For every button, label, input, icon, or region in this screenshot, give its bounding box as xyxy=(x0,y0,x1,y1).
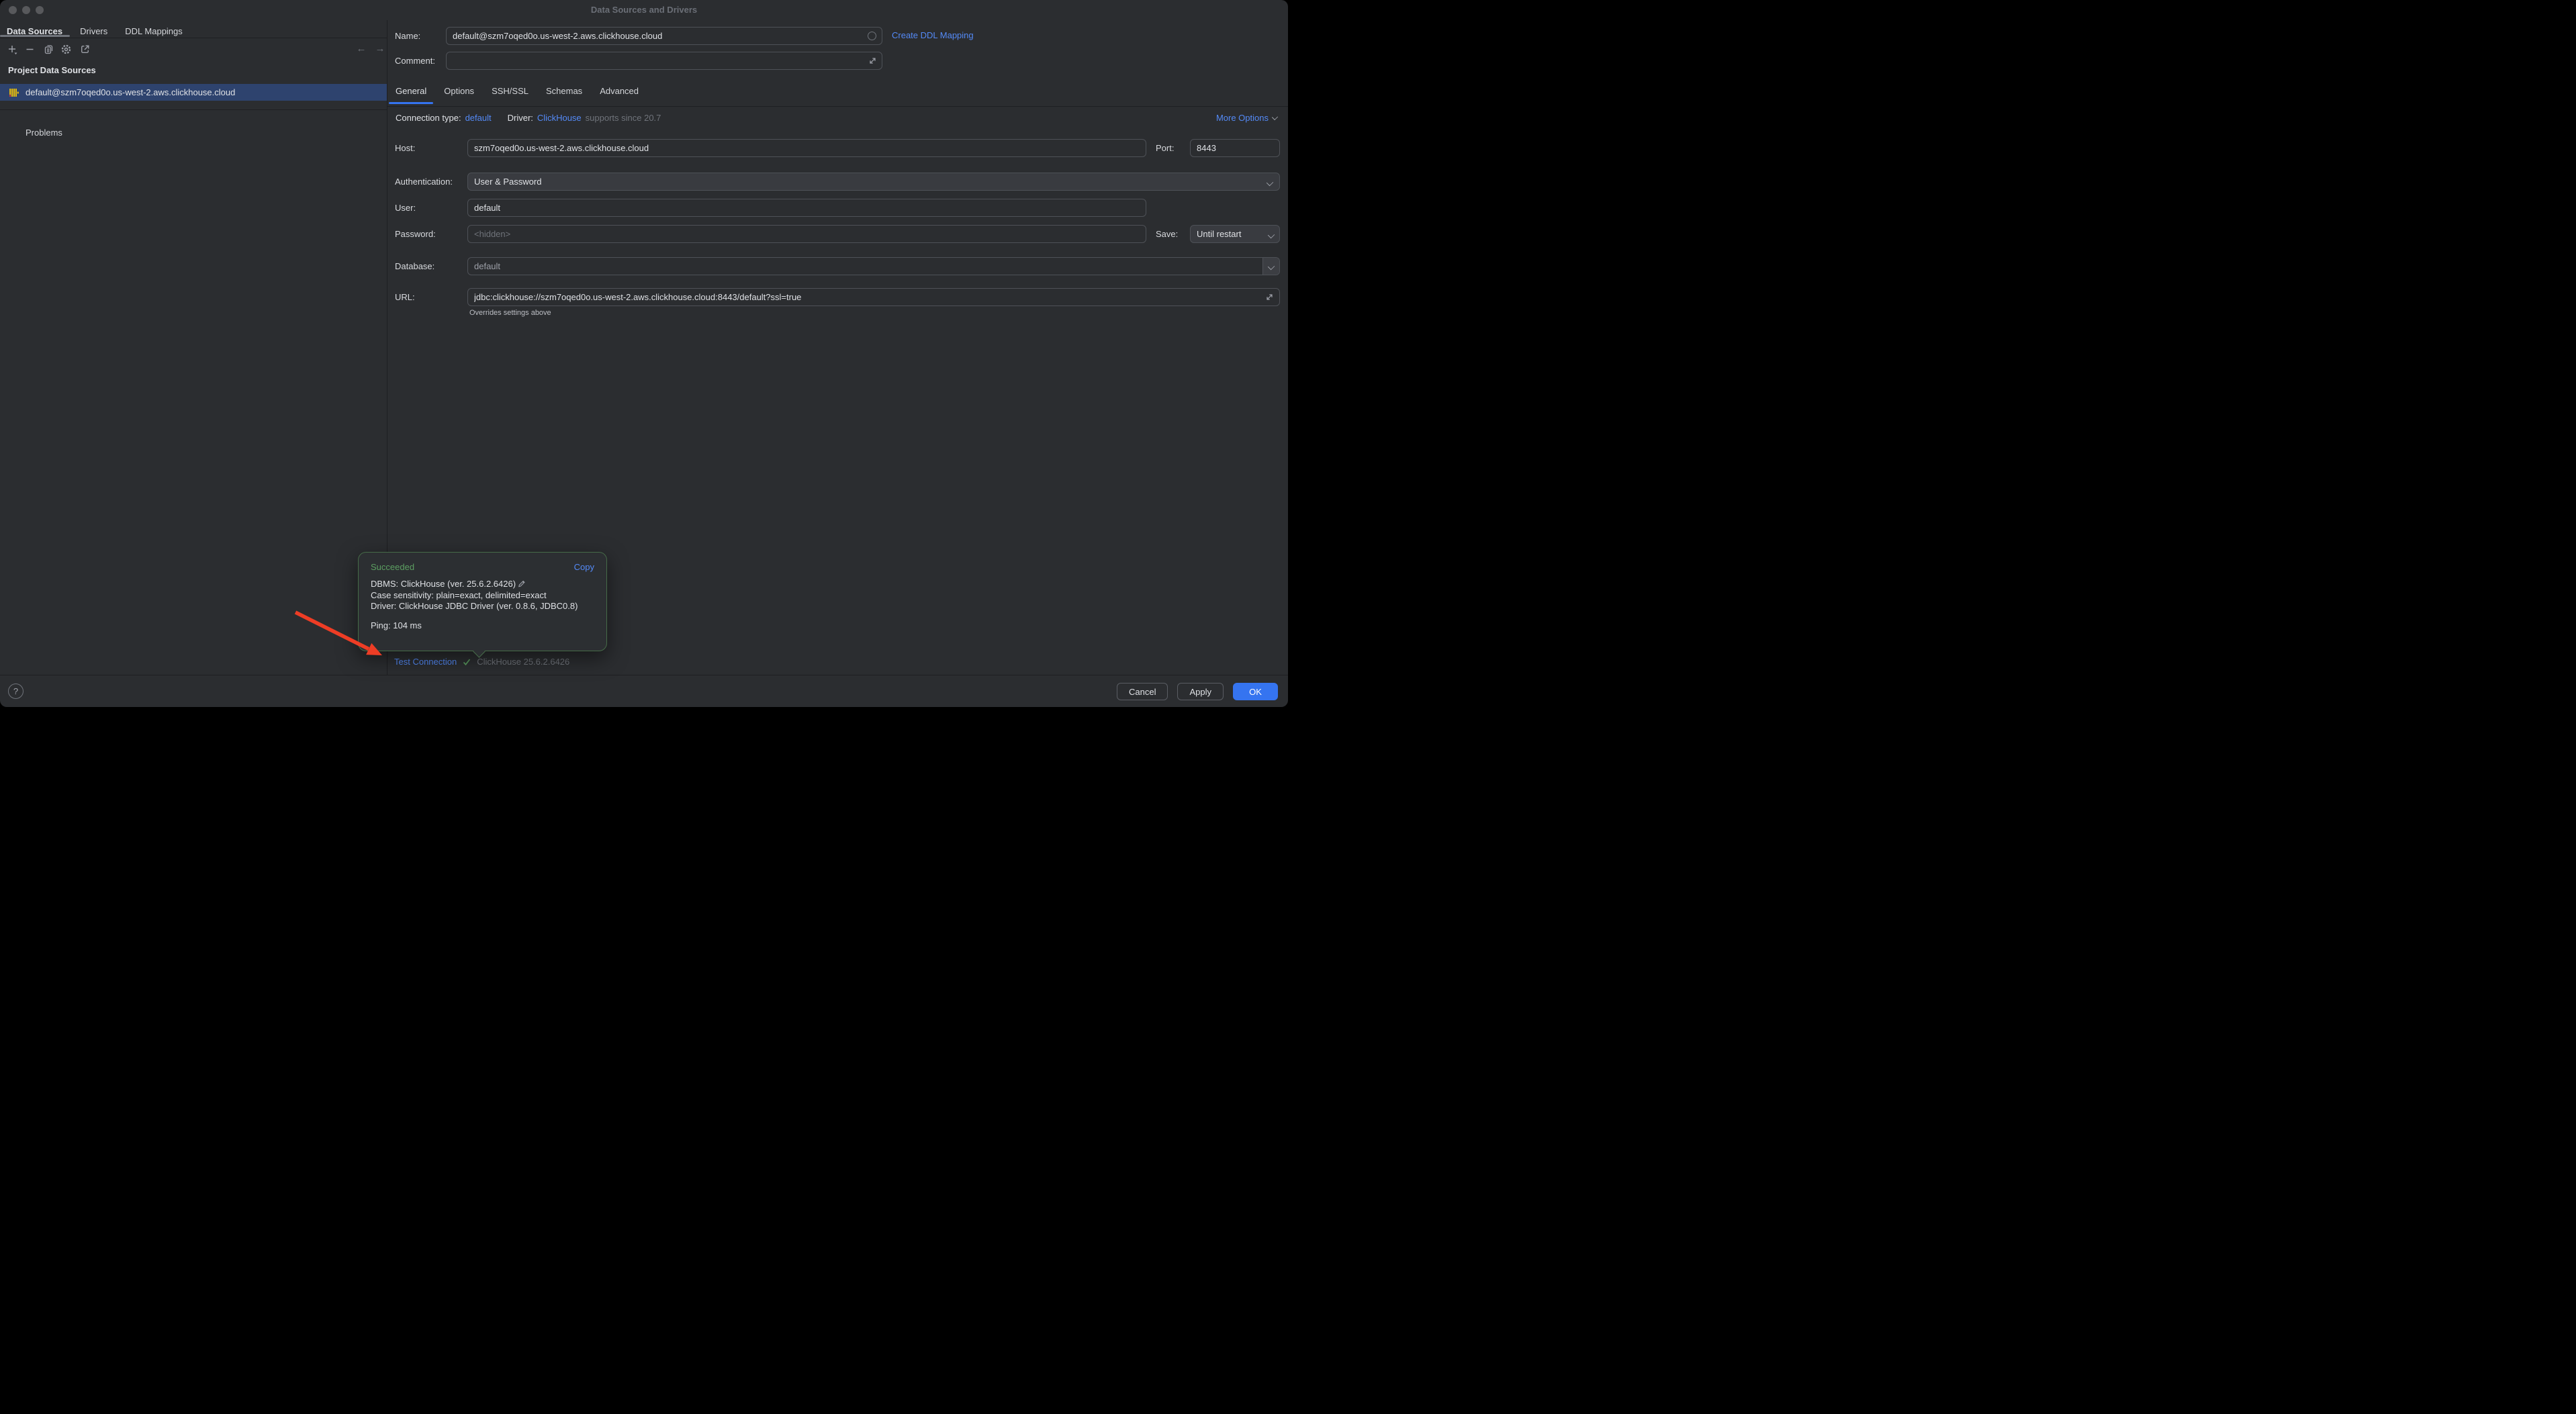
save-label: Save: xyxy=(1156,225,1178,243)
password-label: Password: xyxy=(395,225,436,243)
password-save-value: Until restart xyxy=(1197,229,1241,239)
sidebar: Data Sources Drivers DDL Mappings xyxy=(0,20,387,675)
settings-gear-icon[interactable] xyxy=(60,44,72,55)
popup-status: Succeeded xyxy=(371,562,414,572)
database-label: Database: xyxy=(395,257,434,275)
data-source-name: default@szm7oqed0o.us-west-2.aws.clickho… xyxy=(26,87,235,97)
forward-arrow-icon[interactable]: → xyxy=(373,42,387,56)
tab-options[interactable]: Options xyxy=(444,86,474,96)
password-save-select[interactable]: Until restart xyxy=(1190,225,1280,243)
divider xyxy=(0,109,387,110)
remove-data-source-button[interactable] xyxy=(24,44,36,55)
chevron-down-icon xyxy=(1267,179,1273,186)
settings-tabs: General Options SSH/SSL Schemas Advanced xyxy=(396,86,639,96)
expand-field-icon[interactable] xyxy=(1265,293,1274,301)
port-label: Port: xyxy=(1156,139,1174,157)
database-dropdown-button[interactable] xyxy=(1262,258,1279,275)
chevron-down-icon xyxy=(1268,263,1275,270)
divider xyxy=(387,106,1288,107)
connection-type-row: Connection type: default Driver: ClickHo… xyxy=(396,113,661,123)
copy-link[interactable]: Copy xyxy=(574,562,594,572)
ok-button[interactable]: OK xyxy=(1233,683,1278,700)
chevron-down-icon xyxy=(1272,113,1278,120)
tab-general[interactable]: General xyxy=(396,86,426,96)
sidebar-toolbar: ← → xyxy=(0,38,387,60)
name-input[interactable] xyxy=(446,27,882,45)
comment-label: Comment: xyxy=(395,52,435,70)
comment-input[interactable] xyxy=(446,52,882,70)
titlebar: Data Sources and Drivers xyxy=(0,0,1288,20)
url-override-note: Overrides settings above xyxy=(469,309,551,317)
create-ddl-mapping-link[interactable]: Create DDL Mapping xyxy=(892,30,974,40)
database-input[interactable] xyxy=(467,257,1280,275)
driver-support-note: supports since 20.7 xyxy=(586,113,661,123)
password-input[interactable] xyxy=(467,225,1146,243)
active-tab-indicator xyxy=(0,35,70,37)
driver-label: Driver: xyxy=(508,113,533,123)
dialog-footer: ? Cancel Apply OK xyxy=(0,675,1288,707)
user-label: User: xyxy=(395,199,416,217)
edit-pencil-icon[interactable] xyxy=(518,579,526,587)
project-data-sources-header: Project Data Sources xyxy=(8,65,96,75)
open-in-new-window-icon[interactable] xyxy=(79,44,91,55)
tab-ddl-mappings[interactable]: DDL Mappings xyxy=(125,26,183,36)
driver-value-link[interactable]: ClickHouse xyxy=(537,113,582,123)
authentication-label: Authentication: xyxy=(395,173,453,191)
test-connection-popup: Succeeded Copy DBMS: ClickHouse (ver. 25… xyxy=(358,552,607,651)
problems-section-label[interactable]: Problems xyxy=(26,128,62,138)
tab-advanced[interactable]: Advanced xyxy=(600,86,639,96)
more-options-link[interactable]: More Options xyxy=(1216,113,1277,123)
popup-ping-line: Ping: 104 ms xyxy=(371,620,594,631)
url-label: URL: xyxy=(395,288,415,306)
connection-type-value-link[interactable]: default xyxy=(465,113,492,123)
tab-schemas[interactable]: Schemas xyxy=(546,86,582,96)
expand-field-icon[interactable] xyxy=(868,56,877,65)
duplicate-icon[interactable] xyxy=(43,44,54,55)
tab-drivers[interactable]: Drivers xyxy=(80,26,107,36)
success-check-icon xyxy=(462,657,471,667)
progress-circle-icon xyxy=(868,32,876,40)
host-input[interactable] xyxy=(467,139,1146,157)
apply-button[interactable]: Apply xyxy=(1177,683,1224,700)
popup-driver-line: Driver: ClickHouse JDBC Driver (ver. 0.8… xyxy=(371,601,594,612)
help-icon[interactable]: ? xyxy=(8,684,24,699)
test-connection-result: ClickHouse 25.6.2.6426 xyxy=(477,657,569,667)
test-connection-row: Test Connection ClickHouse 25.6.2.6426 xyxy=(394,657,569,667)
active-settings-tab-indicator xyxy=(389,102,433,104)
connection-type-label: Connection type: xyxy=(396,113,461,123)
authentication-value: User & Password xyxy=(474,177,541,187)
data-source-list-item[interactable]: default@szm7oqed0o.us-west-2.aws.clickho… xyxy=(0,84,387,101)
add-dropdown-triangle xyxy=(15,53,17,55)
url-input[interactable] xyxy=(467,288,1280,306)
window-title: Data Sources and Drivers xyxy=(0,0,1288,20)
tab-ssh-ssl[interactable]: SSH/SSL xyxy=(492,86,528,96)
more-options-label[interactable]: More Options xyxy=(1216,113,1269,123)
cancel-button[interactable]: Cancel xyxy=(1117,683,1168,700)
host-label: Host: xyxy=(395,139,415,157)
clickhouse-logo-icon xyxy=(9,87,19,98)
authentication-select[interactable]: User & Password xyxy=(467,173,1280,191)
popup-dbms-line: DBMS: ClickHouse (ver. 25.6.2.6426) xyxy=(371,579,594,590)
add-data-source-button[interactable] xyxy=(7,44,18,55)
port-input[interactable] xyxy=(1190,139,1280,157)
data-sources-dialog: Data Sources and Drivers Data Sources Dr… xyxy=(0,0,1288,707)
chevron-down-icon xyxy=(1268,232,1275,238)
name-label: Name: xyxy=(395,27,420,45)
back-arrow-icon[interactable]: ← xyxy=(355,42,368,56)
user-input[interactable] xyxy=(467,199,1146,217)
test-connection-link[interactable]: Test Connection xyxy=(394,657,457,667)
popup-case-line: Case sensitivity: plain=exact, delimited… xyxy=(371,590,594,602)
